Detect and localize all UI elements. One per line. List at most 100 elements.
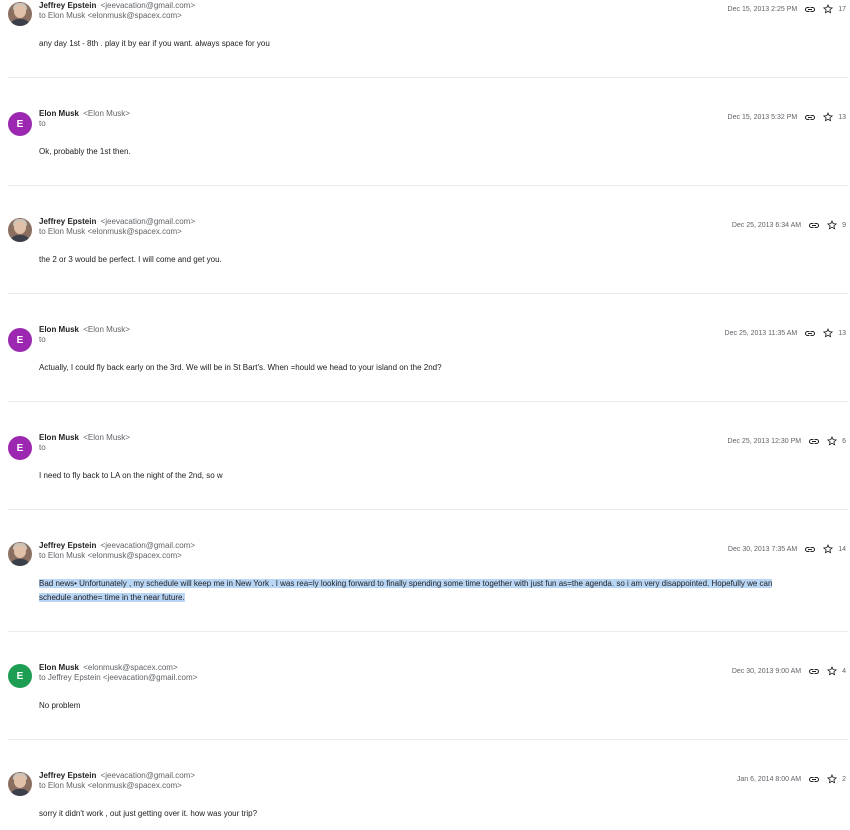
avatar-letter: E bbox=[16, 670, 24, 682]
star-outline-icon[interactable] bbox=[823, 4, 834, 14]
highlighted-text-line: schedule anothe= time in the near future… bbox=[39, 593, 185, 602]
sender-address: <jeevacation@gmail.com> bbox=[100, 771, 195, 780]
sender-address: <Elon Musk> bbox=[83, 433, 130, 442]
message-body: the 2 or 3 would be perfect. I will come… bbox=[39, 255, 222, 264]
message-count: 13 bbox=[838, 329, 846, 337]
message-date: Dec 15, 2013 2:25 PM bbox=[727, 5, 798, 13]
star-outline-icon[interactable] bbox=[823, 544, 834, 554]
sender-avatar: E bbox=[8, 328, 32, 352]
sender-line: Jeffrey Epstein <jeevacation@gmail.com> bbox=[39, 217, 195, 227]
link-icon[interactable] bbox=[804, 114, 816, 121]
sender-avatar: E bbox=[8, 112, 32, 136]
link-icon[interactable] bbox=[804, 330, 816, 337]
recipient-line: to Elon Musk <elonmusk@spacex.com> bbox=[39, 551, 182, 560]
sender-address: <jeevacation@gmail.com> bbox=[100, 541, 195, 550]
message-body: Ok, probably the 1st then. bbox=[39, 147, 131, 156]
divider bbox=[8, 401, 848, 402]
sender-line: Elon Musk <elonmusk@spacex.com> bbox=[39, 663, 178, 673]
sender-avatar bbox=[8, 2, 32, 26]
divider bbox=[8, 293, 848, 294]
sender-line: Jeffrey Epstein <jeevacation@gmail.com> bbox=[39, 541, 195, 551]
message-date: Dec 25, 2013 12:30 PM bbox=[727, 437, 802, 445]
message-date: Dec 25, 2013 11:35 AM bbox=[724, 329, 798, 337]
divider bbox=[8, 185, 848, 186]
avatar-letter: E bbox=[16, 442, 24, 454]
sender-line: Elon Musk <Elon Musk> bbox=[39, 433, 130, 443]
sender-avatar bbox=[8, 542, 32, 566]
avatar-letter: E bbox=[16, 334, 24, 346]
star-outline-icon[interactable] bbox=[823, 112, 834, 122]
message-count: 6 bbox=[842, 437, 846, 445]
divider bbox=[8, 739, 848, 740]
sender-name: Elon Musk bbox=[39, 325, 80, 334]
recipient-line: to Jeffrey Epstein <jeevacation@gmail.co… bbox=[39, 673, 198, 682]
message-count: 2 bbox=[842, 775, 846, 783]
message-body: Bad news• Unfortunately , my schedule wi… bbox=[39, 577, 820, 605]
recipient-line: to Elon Musk <elonmusk@spacex.com> bbox=[39, 11, 182, 20]
sender-name: Jeffrey Epstein bbox=[39, 217, 97, 226]
message-meta: Dec 25, 2013 12:30 PM 6 bbox=[728, 436, 846, 446]
sender-line: Jeffrey Epstein <jeevacation@gmail.com> bbox=[39, 771, 195, 781]
message-date: Dec 30, 2013 9:00 AM bbox=[731, 667, 802, 675]
sender-avatar bbox=[8, 218, 32, 242]
sender-address: <elonmusk@spacex.com> bbox=[83, 663, 178, 672]
message-count: 17 bbox=[838, 5, 846, 13]
message-date: Dec 30, 2013 7:35 AM bbox=[727, 545, 798, 553]
message-date: Dec 25, 2013 6:34 AM bbox=[731, 221, 802, 229]
divider bbox=[8, 509, 848, 510]
sender-line: Elon Musk <Elon Musk> bbox=[39, 325, 130, 335]
star-outline-icon[interactable] bbox=[827, 220, 838, 230]
link-icon[interactable] bbox=[808, 776, 820, 783]
link-icon[interactable] bbox=[808, 438, 820, 445]
link-icon[interactable] bbox=[804, 546, 816, 553]
message-meta: Dec 30, 2013 9:00 AM 4 bbox=[732, 666, 846, 676]
message-count: 14 bbox=[838, 545, 846, 553]
message-meta: Jan 6, 2014 8:00 AM 2 bbox=[737, 774, 846, 784]
message-meta: Dec 15, 2013 5:32 PM 13 bbox=[728, 112, 846, 122]
sender-address: <jeevacation@gmail.com> bbox=[100, 217, 195, 226]
link-icon[interactable] bbox=[804, 6, 816, 13]
star-outline-icon[interactable] bbox=[823, 328, 834, 338]
sender-name: Jeffrey Epstein bbox=[39, 541, 97, 550]
message-body: any day 1st - 8th . play it by ear if yo… bbox=[39, 39, 270, 48]
sender-address: <jeevacation@gmail.com> bbox=[100, 1, 195, 10]
sender-line: Jeffrey Epstein <jeevacation@gmail.com> bbox=[39, 1, 195, 11]
link-icon[interactable] bbox=[808, 222, 820, 229]
message-count: 9 bbox=[842, 221, 846, 229]
sender-address: <Elon Musk> bbox=[83, 325, 130, 334]
divider bbox=[8, 77, 848, 78]
sender-name: Elon Musk bbox=[39, 109, 80, 118]
message-body: sorry it didn't work , out just getting … bbox=[39, 809, 258, 818]
star-outline-icon[interactable] bbox=[827, 436, 838, 446]
message-meta: Dec 30, 2013 7:35 AM 14 bbox=[728, 544, 846, 554]
recipient-line: to bbox=[39, 119, 46, 128]
star-outline-icon[interactable] bbox=[827, 666, 838, 676]
recipient-line: to Elon Musk <elonmusk@spacex.com> bbox=[39, 781, 182, 790]
message-body: No problem bbox=[39, 701, 81, 710]
highlighted-text-line: Bad news• Unfortunately , my schedule wi… bbox=[39, 579, 773, 588]
message-date: Dec 15, 2013 5:32 PM bbox=[727, 113, 798, 121]
star-outline-icon[interactable] bbox=[827, 774, 838, 784]
sender-avatar: E bbox=[8, 436, 32, 460]
message-count: 4 bbox=[842, 667, 846, 675]
recipient-line: to bbox=[39, 443, 46, 452]
message-meta: Dec 15, 2013 2:25 PM 17 bbox=[728, 4, 846, 14]
recipient-line: to Elon Musk <elonmusk@spacex.com> bbox=[39, 227, 182, 236]
message-count: 13 bbox=[838, 113, 846, 121]
sender-address: <Elon Musk> bbox=[83, 109, 130, 118]
message-date: Jan 6, 2014 8:00 AM bbox=[736, 775, 802, 783]
message-meta: Dec 25, 2013 11:35 AM 13 bbox=[725, 328, 846, 338]
avatar-letter: E bbox=[16, 118, 24, 130]
message-meta: Dec 25, 2013 6:34 AM 9 bbox=[732, 220, 846, 230]
recipient-line: to bbox=[39, 335, 46, 344]
divider bbox=[8, 631, 848, 632]
sender-name: Jeffrey Epstein bbox=[39, 771, 97, 780]
link-icon[interactable] bbox=[808, 668, 820, 675]
sender-avatar: E bbox=[8, 664, 32, 688]
sender-line: Elon Musk <Elon Musk> bbox=[39, 109, 130, 119]
sender-name: Elon Musk bbox=[39, 433, 80, 442]
sender-avatar bbox=[8, 772, 32, 796]
sender-name: Jeffrey Epstein bbox=[39, 1, 97, 10]
message-body: Actually, I could fly back early on the … bbox=[39, 363, 442, 372]
message-body: I need to fly back to LA on the night of… bbox=[39, 471, 223, 480]
